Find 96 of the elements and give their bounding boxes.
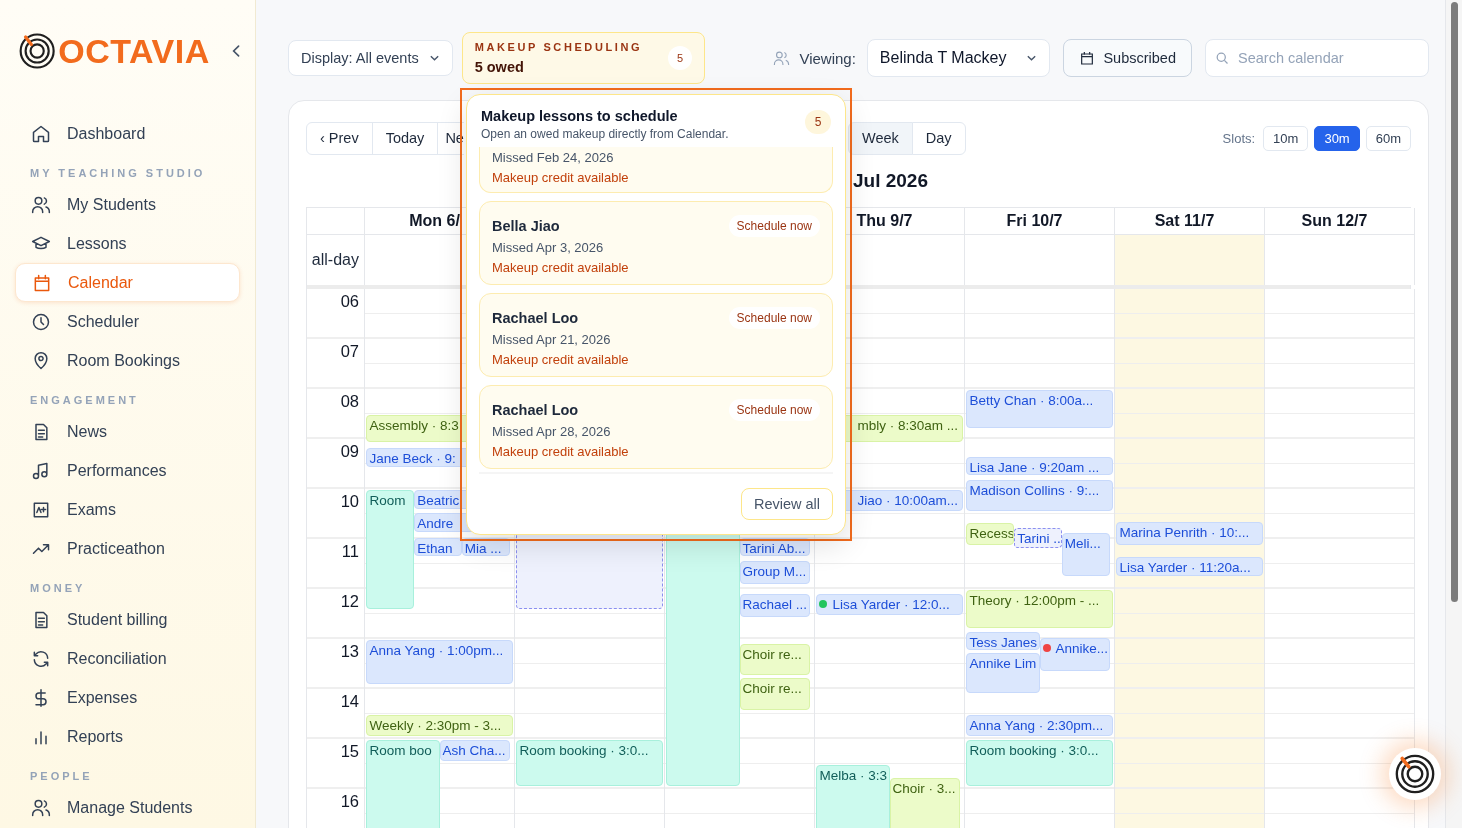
hour-label: 07 <box>340 342 359 362</box>
missed-date: Missed Feb 24, 2026 <box>492 150 615 165</box>
hour-label: 11 <box>341 542 359 562</box>
nav-item[interactable]: Manage Students <box>15 788 240 827</box>
nav-item[interactable]: Student billing <box>15 600 240 639</box>
calendar-event[interactable]: Ash Cha... <box>439 740 510 761</box>
schedule-now-button[interactable]: Schedule now <box>728 399 820 421</box>
calendar-event[interactable]: Room booking · 3:0... <box>516 740 663 786</box>
credit-status: Makeup credit available <box>492 352 630 367</box>
nav-item[interactable]: Lessons <box>15 224 240 263</box>
nav-item[interactable]: Room Bookings <box>15 341 240 380</box>
subscribed-button[interactable]: Subscribed <box>1063 39 1192 77</box>
slot-button[interactable]: 30m <box>1314 125 1360 151</box>
missed-date: Missed Apr 3, 2026 <box>492 240 605 255</box>
calendar-event[interactable]: Choir re... <box>739 644 810 675</box>
schedule-now-button[interactable]: Schedule now <box>728 215 820 237</box>
section-heading: MONEY <box>29 581 87 596</box>
slot-button[interactable]: 10m <box>1263 125 1309 151</box>
count-badge: 5 <box>805 110 831 134</box>
nav-item[interactable]: Performances <box>15 451 240 490</box>
popup-title: Makeup lessons to schedule <box>481 108 679 124</box>
calendar-event[interactable]: Annike Lim <box>966 653 1040 693</box>
calendar-event[interactable]: Lisa Yarder · 12:0... <box>816 594 963 615</box>
display-filter-dropdown[interactable]: Display: All events <box>288 40 453 76</box>
calendar-title: Jul 2026 <box>853 170 928 192</box>
calendar-event[interactable]: Ethan <box>414 538 462 557</box>
nav-item[interactable]: Exams <box>15 490 240 529</box>
nav-item[interactable]: Dashboard <box>15 114 240 153</box>
brand-name: OCTAVIA <box>58 31 210 71</box>
calendar-event[interactable]: Room <box>366 490 415 609</box>
nav-item[interactable]: Scheduler <box>15 302 240 341</box>
search-field[interactable]: Search calendar <box>1205 39 1429 77</box>
calendar-event[interactable]: Group M... <box>739 560 810 584</box>
view-tab[interactable]: Week <box>848 121 913 155</box>
nav-item[interactable]: Reports <box>15 717 240 756</box>
calendar-event[interactable]: Anna Yang · 2:30pm... <box>966 715 1113 736</box>
hour-label: 13 <box>340 642 359 662</box>
placeholder-event[interactable]: Tarini .. <box>1014 527 1062 548</box>
calendar-event[interactable]: Room booking · 3:0... <box>966 740 1113 786</box>
section-heading: PEOPLE <box>29 769 94 784</box>
nav-item[interactable]: Calendar <box>15 263 240 302</box>
calendar-event[interactable]: Choir re... <box>739 678 810 710</box>
makeup-summary-button[interactable]: MAKEUP SCHEDULING 5 owed 5 <box>461 32 706 84</box>
day-header: Fri 10/7 <box>965 208 1115 235</box>
nav-item[interactable]: My Students <box>15 185 240 224</box>
calendar-event[interactable]: Lisa Jane · 9:20am ... <box>966 456 1113 476</box>
section-heading: ENGAGEMENT <box>29 393 140 408</box>
nav-item[interactable]: News <box>15 412 240 451</box>
makeup-item-card[interactable]: Bella Jiao Schedule now Missed Apr 3, 2026 Makeup credit available <box>479 201 833 285</box>
calendar-event[interactable]: Rachael ... <box>739 594 810 618</box>
calendar-event[interactable]: Annike... <box>1039 638 1110 672</box>
nav-item[interactable]: Reconciliation <box>15 639 240 678</box>
viewing-dropdown[interactable]: Belinda T Mackey <box>866 39 1051 77</box>
makeup-item-card[interactable]: Rachael Loo Schedule now Missed Apr 28, 2026 Makeup credit available <box>479 385 833 469</box>
hour-label: 16 <box>340 792 359 812</box>
calendar-event[interactable]: Madison Collins · 9:... <box>966 480 1113 511</box>
viewing-label: Viewing: <box>799 49 856 67</box>
count-badge: 5 <box>668 46 693 70</box>
calendar-event[interactable]: Weekly · 2:30pm - 3... <box>366 715 513 736</box>
schedule-now-button[interactable]: Schedule now <box>728 307 820 329</box>
hour-label: 14 <box>340 692 359 712</box>
makeup-item-card[interactable]: Rachael Loo Schedule now Missed Apr 21, 2026 Makeup credit available <box>479 293 833 377</box>
calendar-event[interactable]: Anna Yang · 1:00pm... <box>366 640 513 684</box>
calendar-event[interactable]: Recess <box>966 523 1015 545</box>
calendar-event[interactable]: Melba · 3:3 <box>816 765 890 828</box>
missed-date: Missed Apr 21, 2026 <box>492 332 612 347</box>
student-name: Rachael Loo <box>492 310 579 326</box>
calendar-event[interactable]: Betty Chan · 8:00a... <box>966 390 1113 428</box>
calendar-event[interactable]: Meli... <box>1061 533 1110 577</box>
calendar-event[interactable]: Theory · 12:00pm - ... <box>966 590 1113 628</box>
section-heading: MY TEACHING STUDIO <box>29 166 207 181</box>
calendar-event[interactable]: Room boo <box>366 740 440 828</box>
nav-button[interactable]: ‹ Prev <box>306 121 373 155</box>
nav-item[interactable]: Practiceathon <box>15 529 240 568</box>
popup-subtitle: Open an owed makeup directly from Calendar. <box>481 127 730 141</box>
slots-label: Slots: <box>1222 130 1256 146</box>
credit-status: Makeup credit available <box>492 260 630 275</box>
slot-button[interactable]: 60m <box>1365 125 1411 151</box>
review-all-button[interactable]: Review all <box>740 488 833 520</box>
hour-label: 08 <box>340 392 359 412</box>
nav-item[interactable]: Expenses <box>15 678 240 717</box>
calendar-event[interactable]: Tess Janes <box>966 631 1040 650</box>
hour-label: 06 <box>340 292 359 312</box>
credit-status: Makeup credit available <box>492 170 630 185</box>
hour-label: 10 <box>340 492 359 512</box>
view-tab[interactable]: Day <box>911 121 966 155</box>
day-header: Sun 12/7 <box>1265 208 1415 235</box>
calendar-event[interactable]: Choir · 3... <box>889 777 960 828</box>
calendar-event[interactable]: Lisa Yarder · 11:20a... <box>1116 556 1263 577</box>
hour-label: 15 <box>340 742 359 762</box>
student-name: Rachael Loo <box>492 402 579 418</box>
hour-label: 12 <box>340 592 359 612</box>
hour-label: 09 <box>340 442 359 462</box>
makeup-item-card[interactable]: Missed Feb 24, 2026 Makeup credit available <box>479 147 833 193</box>
calendar-event[interactable]: Marina Penrith · 10:... <box>1116 521 1263 546</box>
nav-button[interactable]: Today <box>371 121 439 155</box>
